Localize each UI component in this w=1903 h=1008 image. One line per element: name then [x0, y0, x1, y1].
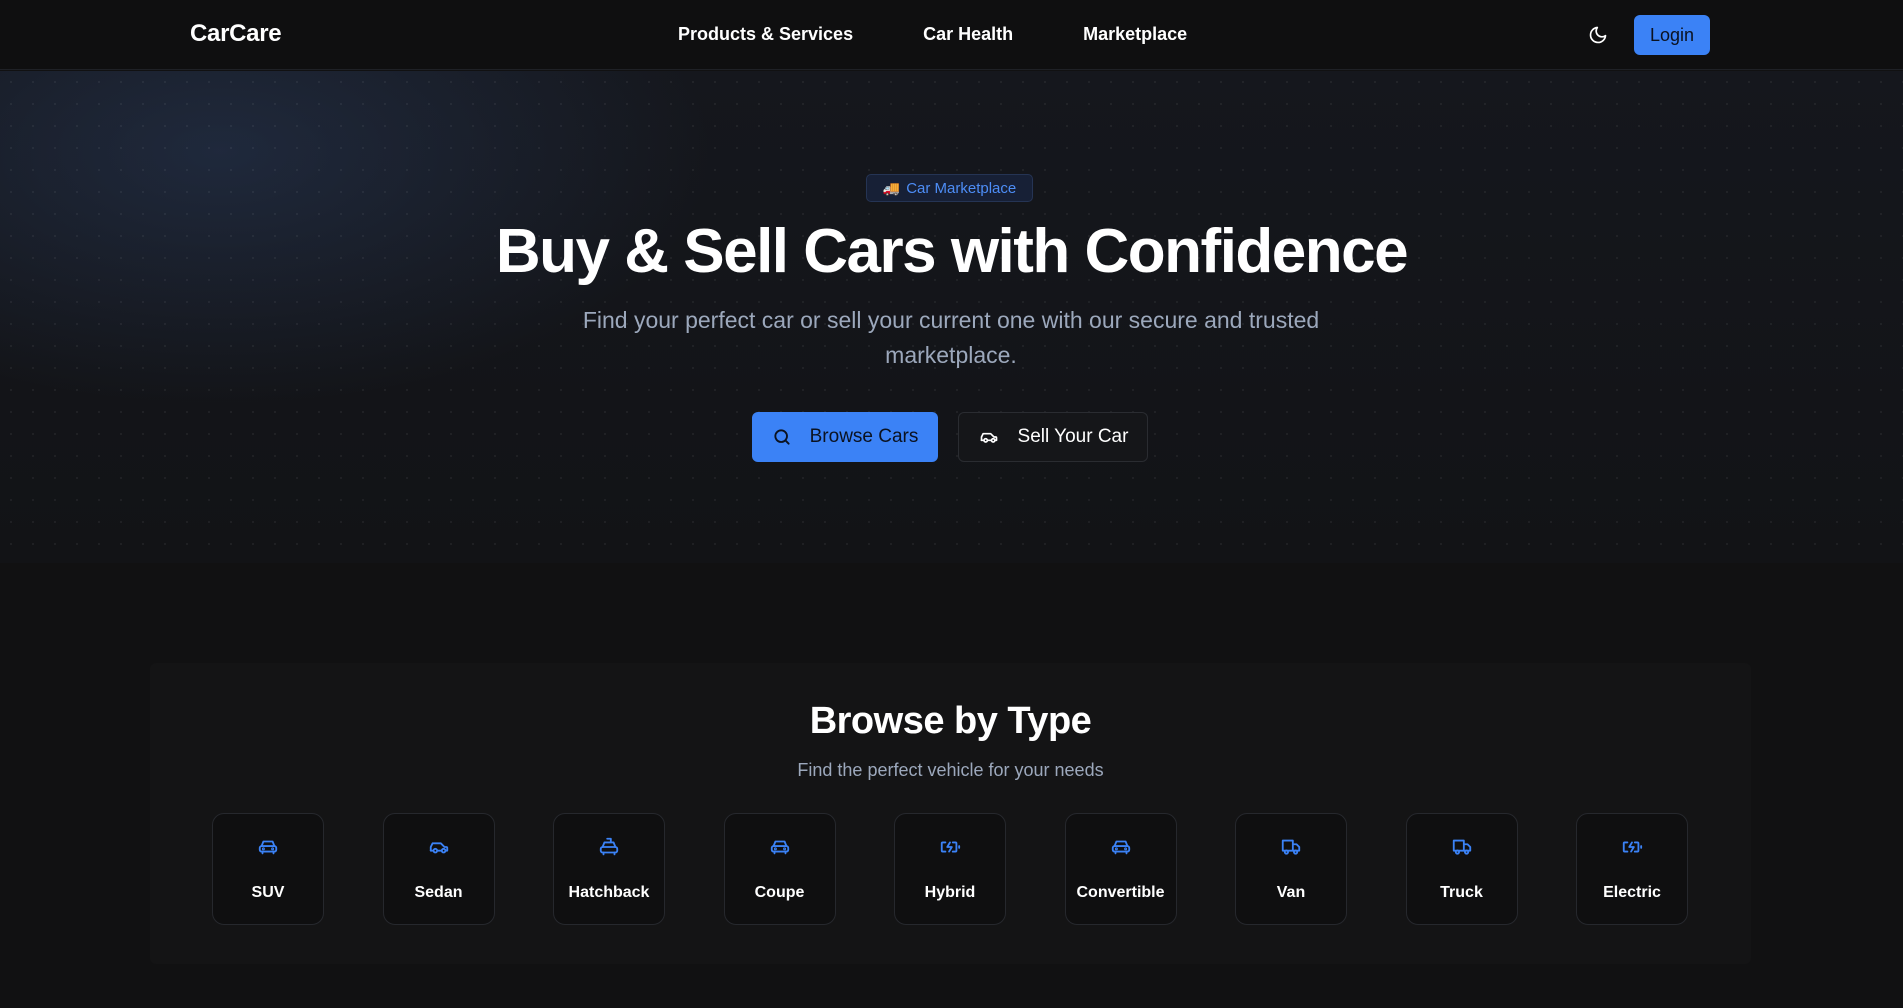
top-nav-bar: CarCare Products & Services Car Health M… [0, 0, 1903, 70]
type-label: Van [1276, 884, 1306, 901]
sell-your-car-button[interactable]: Sell Your Car [958, 412, 1148, 462]
nav-car-health[interactable]: Car Health [923, 24, 1013, 45]
sell-your-car-label: Sell Your Car [1017, 426, 1129, 447]
car-front-icon [1109, 836, 1133, 858]
type-card-hatchback[interactable]: Hatchback [553, 813, 665, 925]
moon-icon [1589, 26, 1607, 44]
type-card-coupe[interactable]: Coupe [723, 813, 836, 925]
nav-marketplace[interactable]: Marketplace [1083, 24, 1187, 45]
type-label: Sedan [414, 884, 463, 901]
browse-cars-button[interactable]: Browse Cars [752, 412, 938, 462]
car-front-icon [768, 836, 792, 858]
nav-products-services[interactable]: Products & Services [678, 24, 853, 45]
truck-icon [1279, 836, 1303, 858]
section-subtitle: Find the perfect vehicle for your needs [797, 760, 1104, 780]
type-label: Hybrid [924, 884, 976, 901]
truck-icon [1450, 836, 1474, 858]
browse-by-type-section: Browse by Type Find the perfect vehicle … [150, 663, 1751, 964]
car-icon [427, 836, 451, 858]
main-nav: Products & Services Car Health Marketpla… [678, 24, 1187, 45]
car-taxi-icon [597, 836, 621, 858]
type-label: Convertible [1076, 884, 1165, 901]
type-label: SUV [251, 884, 285, 901]
login-button[interactable]: Login [1634, 15, 1710, 55]
type-card-suv[interactable]: SUV [212, 813, 324, 925]
search-icon [772, 427, 792, 447]
vehicle-type-grid: SUV Sedan Hatchback Coupe Hybrid Convert… [212, 813, 1688, 925]
hero-subtitle: Find your perfect car or sell your curre… [582, 307, 1320, 368]
type-label: Hatchback [568, 884, 650, 901]
type-card-van[interactable]: Van [1235, 813, 1347, 925]
car-icon [978, 427, 1000, 447]
type-label: Coupe [754, 884, 805, 901]
type-label: Truck [1440, 884, 1483, 901]
type-card-hybrid[interactable]: Hybrid [894, 813, 1006, 925]
type-card-electric[interactable]: Electric [1576, 813, 1688, 925]
type-card-truck[interactable]: Truck [1405, 813, 1518, 925]
browse-cars-label: Browse Cars [809, 426, 919, 447]
battery-charging-icon [938, 836, 962, 858]
car-front-icon [256, 836, 280, 858]
badge-label: Car Marketplace [906, 179, 1017, 197]
marketplace-badge: 🚚 Car Marketplace [866, 174, 1033, 202]
type-label: Electric [1603, 884, 1661, 901]
type-card-convertible[interactable]: Convertible [1064, 813, 1177, 925]
battery-charging-icon [1620, 836, 1644, 858]
truck-emoji-icon: 🚚 [882, 179, 901, 196]
hero-section: 🚚 Car Marketplace Buy & Sell Cars with C… [0, 71, 1903, 563]
brand-logo[interactable]: CarCare [190, 20, 282, 48]
type-card-sedan[interactable]: Sedan [382, 813, 495, 925]
theme-toggle-button[interactable] [1584, 21, 1612, 49]
section-title: Browse by Type [809, 700, 1092, 742]
hero-title: Buy & Sell Cars with Confidence [495, 217, 1409, 286]
